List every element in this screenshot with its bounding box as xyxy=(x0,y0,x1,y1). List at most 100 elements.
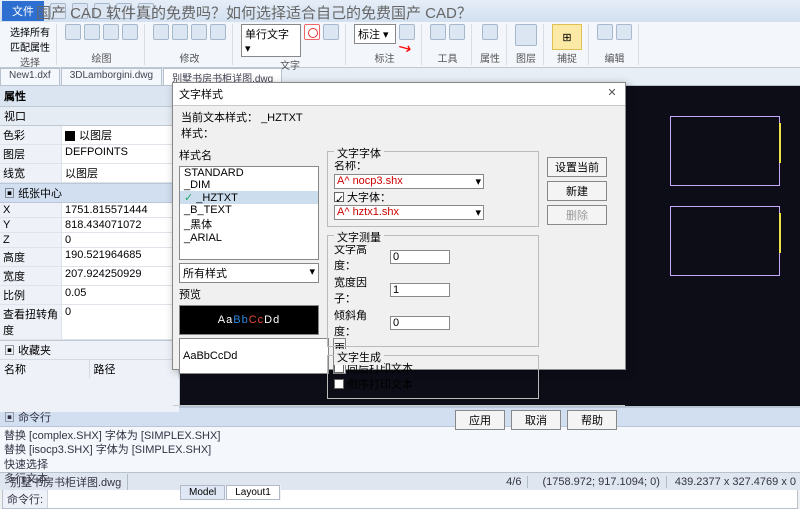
dim-dropdown[interactable]: 标注 ▾ xyxy=(354,24,396,44)
command-line-input[interactable] xyxy=(48,490,797,508)
drawing-object-2 xyxy=(670,206,780,276)
prop-val-y[interactable]: 818.434071072 xyxy=(62,218,179,232)
bigfont-checkbox[interactable]: ✓ xyxy=(334,192,344,202)
ribbon-group-snap: 捕捉 xyxy=(557,50,577,65)
mtext-icon[interactable] xyxy=(323,24,339,40)
color-swatch xyxy=(65,131,75,141)
model-tab[interactable]: Model xyxy=(180,485,225,500)
select-all-label[interactable]: 选择所有 xyxy=(10,24,50,39)
copy-icon[interactable] xyxy=(172,24,188,40)
cut-icon[interactable] xyxy=(597,24,613,40)
measure-icon[interactable] xyxy=(430,24,446,40)
prop-val-scale[interactable]: 0.05 xyxy=(62,286,179,304)
move-icon[interactable] xyxy=(153,24,169,40)
rotate-icon[interactable] xyxy=(191,24,207,40)
cancel-button[interactable]: 取消 xyxy=(511,410,561,430)
layer-icon[interactable] xyxy=(515,24,537,46)
ribbon-group-prop: 属性 xyxy=(480,50,500,65)
prop-key-twist: 查看扭转角度 xyxy=(0,305,62,339)
doc-tab-1[interactable]: 3DLamborgini.dwg xyxy=(61,68,162,85)
status-coords: (1758.972; 917.1094; 0) xyxy=(536,476,666,488)
line-icon[interactable] xyxy=(65,24,81,40)
width-factor-label: 宽度因子： xyxy=(334,274,384,306)
prop-key-z: Z xyxy=(0,233,62,247)
match-prop-label[interactable]: 匹配属性 xyxy=(10,39,50,54)
chevron-down-icon: ▾ xyxy=(475,206,481,219)
help-button[interactable]: 帮助 xyxy=(567,410,617,430)
ribbon-group-modify: 修改 xyxy=(180,50,200,65)
snap-icon: ⊞ xyxy=(562,31,571,44)
prop-val-z[interactable]: 0 xyxy=(62,233,179,247)
layout1-tab[interactable]: Layout1 xyxy=(226,485,280,500)
status-size: 439.2377 x 327.4769 x 0 xyxy=(675,476,796,488)
text-style-dialog: 文字样式 ✕ 当前文本样式： _HZTXT 样式： 样式名 STANDARD _… xyxy=(172,82,626,370)
style-item-5[interactable]: _ARIAL xyxy=(180,232,318,244)
prop-val-x[interactable]: 1751.815571444 xyxy=(62,203,179,217)
font-name-dropdown[interactable]: A^ nocp3.shx▾ xyxy=(334,174,484,189)
new-button[interactable]: 新建 xyxy=(547,181,607,201)
favorites-panel: ▣ 收藏夹 名称 路径 xyxy=(0,340,179,412)
prop-key-y: Y xyxy=(0,218,62,232)
favorites-header[interactable]: ▣ 收藏夹 xyxy=(0,341,179,360)
preview-text-input[interactable] xyxy=(179,338,329,374)
measure-group-label: 文字测量 xyxy=(334,229,384,245)
apply-button[interactable]: 应用 xyxy=(455,410,505,430)
prop-val-color[interactable]: 以图层 xyxy=(62,126,179,144)
height-label: 文字高度： xyxy=(334,241,384,273)
style-item-1[interactable]: _DIM xyxy=(180,179,318,191)
oblique-input[interactable] xyxy=(390,316,450,330)
prop-key-width: 宽度 xyxy=(0,267,62,285)
prop-val-width[interactable]: 207.924250929 xyxy=(62,267,179,285)
status-page: 4/6 xyxy=(500,476,528,488)
text-dropdown[interactable]: 单行文字 ▾ xyxy=(241,24,301,57)
set-current-button[interactable]: 设置当前 xyxy=(547,157,607,177)
text-style-icon[interactable] xyxy=(304,24,320,40)
trim-icon[interactable] xyxy=(210,24,226,40)
prop-val-height[interactable]: 190.521964685 xyxy=(62,248,179,266)
prop-val-lineweight[interactable]: 以图层 xyxy=(62,164,179,182)
properties-title: 属性 xyxy=(0,86,179,107)
layout-tabs: Model Layout1 xyxy=(180,485,281,500)
prop-geom-header[interactable]: ▣ 纸张中心 xyxy=(0,183,179,203)
prop-key-lineweight: 线宽 xyxy=(0,164,62,182)
style-item-3[interactable]: _B_TEXT xyxy=(180,204,318,216)
fav-col-path: 路径 xyxy=(90,360,180,378)
ribbon-group-dim: 标注 xyxy=(375,50,395,65)
style-filter-dropdown[interactable]: 所有样式▾ xyxy=(179,263,319,283)
calc-icon[interactable] xyxy=(449,24,465,40)
height-input[interactable] xyxy=(390,250,450,264)
status-bar: 别墅书房书柜详图.dwg 4/6 (1758.972; 917.1094; 0)… xyxy=(0,472,800,490)
upsidedown-label: 倒序打印文本 xyxy=(347,376,413,392)
dialog-title: 文字样式 xyxy=(179,86,223,102)
style-listbox[interactable]: STANDARD _DIM _HZTXT _B_TEXT _黑体 _ARIAL xyxy=(179,166,319,260)
paste-icon[interactable] xyxy=(616,24,632,40)
bigfont-label: 大字体： xyxy=(347,189,391,205)
rect-icon[interactable] xyxy=(122,24,138,40)
style-name-label: 样式名 xyxy=(179,147,319,163)
entity-type[interactable]: 视口 xyxy=(0,107,179,126)
doc-tab-0[interactable]: New1.dxf xyxy=(0,68,60,85)
prop-val-twist[interactable]: 0 xyxy=(62,305,179,339)
style-label: 样式： xyxy=(181,125,617,141)
style-item-4[interactable]: _黑体 xyxy=(180,216,318,232)
prop-val-layer[interactable]: DEFPOINTS xyxy=(62,145,179,163)
close-icon[interactable]: ✕ xyxy=(605,86,619,100)
arc-icon[interactable] xyxy=(103,24,119,40)
prop-key-layer: 图层 xyxy=(0,145,62,163)
chevron-down-icon: ▾ xyxy=(309,265,315,281)
ribbon-group-text: 文字 xyxy=(280,57,300,72)
upsidedown-checkbox[interactable] xyxy=(334,379,344,389)
ribbon-group-draw: 绘图 xyxy=(92,50,112,65)
font-group-label: 文字字体 xyxy=(334,145,384,161)
style-item-0[interactable]: STANDARD xyxy=(180,167,318,179)
status-filename: 别墅书房书柜详图.dwg xyxy=(4,474,128,490)
snap-toggle[interactable]: ⊞ xyxy=(552,24,582,50)
command-line-label: 命令行: xyxy=(3,490,48,508)
bigfont-dropdown[interactable]: A^ hztx1.shx▾ xyxy=(334,205,484,220)
properties-panel: 属性 视口 色彩以图层 图层DEFPOINTS 线宽以图层 ▣ 纸张中心 X17… xyxy=(0,86,180,406)
circle-icon[interactable] xyxy=(84,24,100,40)
ribbon-group-edit: 编辑 xyxy=(605,50,625,65)
width-factor-input[interactable] xyxy=(390,283,450,297)
style-item-2[interactable]: _HZTXT xyxy=(180,191,318,204)
prop-icon[interactable] xyxy=(482,24,498,40)
